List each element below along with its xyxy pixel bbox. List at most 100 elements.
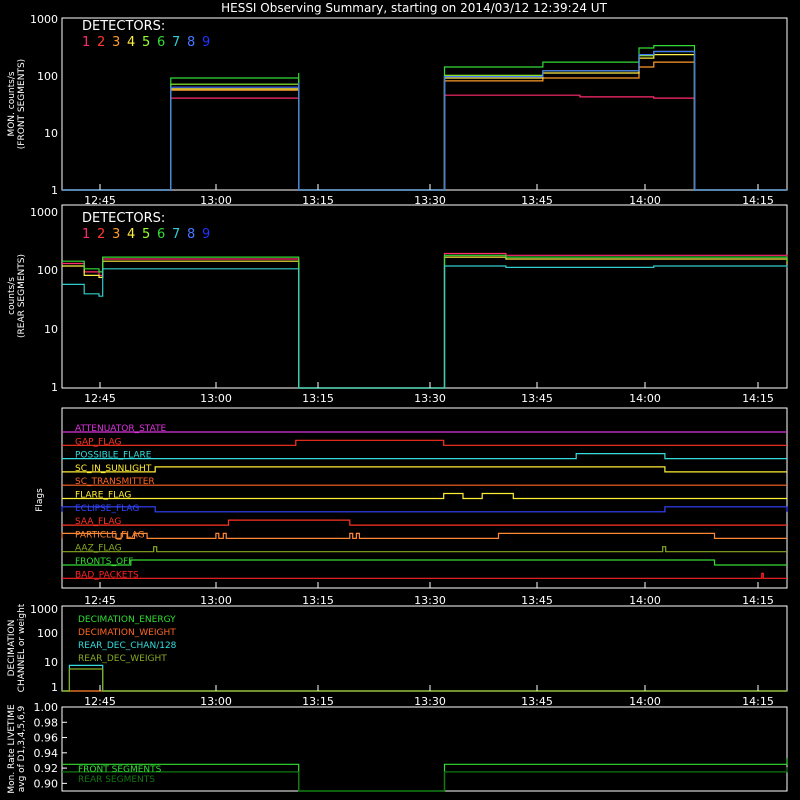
series-front-segments: [62, 758, 788, 792]
front-ytick-1: 1: [51, 184, 58, 197]
livetime-ytick-0: 1.00: [34, 701, 59, 714]
series-rear-dec-chan-128: [62, 664, 787, 692]
flag-line-eclipse-flag: [61, 506, 788, 513]
decimation-legend-3: REAR_DEC_WEIGHT: [78, 654, 167, 664]
figure-title: HESSI Observing Summary, starting on 201…: [221, 1, 607, 15]
series-1: [62, 252, 788, 389]
front-ylabel-1: MON. counts/s: [7, 71, 17, 136]
xtick-label-1330: 13:30: [414, 392, 446, 405]
rear-ytick-100: 100: [37, 264, 58, 277]
detector-number-1: 1: [82, 227, 90, 242]
xtick-label-1400: 14:00: [629, 695, 661, 708]
decimation-ytick-100: 100: [37, 627, 58, 640]
series-rear-segments: [62, 767, 788, 792]
rear-xticks: 12:45 13:00 13:15 13:30 13:45 14:00 14:15: [84, 382, 774, 405]
rear-series-group: [62, 252, 788, 389]
front-ylabel-2: (FRONT SEGMENTS): [17, 59, 27, 149]
decimation-legend: DECIMATION_ENERGY DECIMATION_WEIGHT REAR_D…: [78, 615, 177, 664]
detector-number-9: 9: [202, 35, 210, 50]
flag-line-flare-flag: [62, 492, 787, 500]
front-detector-numbers: 123456789: [82, 35, 210, 50]
detector-number-6: 6: [157, 227, 165, 242]
detector-number-3: 3: [112, 35, 120, 50]
flag-line-particle-flag: [61, 532, 787, 539]
series-8: [62, 50, 787, 191]
livetime-legend-0: FRONT SEGMENTS: [78, 765, 162, 775]
decimation-legend-2: REAR_DEC_CHAN/128: [78, 641, 177, 651]
flags-ylabel: Flags: [35, 488, 45, 512]
xtick-label-1315: 13:15: [302, 392, 334, 405]
decimation-xticks: 12:45 13:00 13:15 13:30 13:45 14:00 14:15: [84, 685, 774, 708]
decimation-series-group: [62, 664, 787, 692]
livetime-ylabel-1: Mon. Rate LIVETIME: [7, 704, 17, 794]
rear-detector-numbers: 123456789: [82, 227, 210, 242]
flag-line-fronts-off: [62, 559, 787, 566]
rear-segments-panel: counts/s (REAR SEGMENTS) 1000 100 10 1 D…: [7, 204, 788, 405]
xtick-label-1315: 13:15: [302, 695, 334, 708]
flag-line-saa-flag: [62, 519, 787, 526]
decimation-ytick-10: 10: [44, 656, 58, 669]
xtick-label-1300: 13:00: [200, 695, 232, 708]
flags-panel: Flags ATTENUATOR_STATEGAP_FLAGPOSSIBLE_F…: [35, 407, 788, 607]
detector-number-9: 9: [202, 227, 210, 242]
flags-xticks: 12:45 13:00 13:15 13:30 13:45 14:00 14:15: [84, 582, 774, 607]
flag-line-gap-flag: [62, 439, 787, 446]
front-series-group: [62, 45, 787, 191]
detector-number-5: 5: [142, 35, 150, 50]
flag-label-eclipse-flag: ECLIPSE_FLAG: [75, 504, 139, 514]
detector-number-7: 7: [172, 35, 180, 50]
front-segments-panel: MON. counts/s (FRONT SEGMENTS) 1000 100 …: [7, 13, 788, 207]
livetime-panel: Mon. Rate LIVETIME avg of D1,3,4,5,6,9 1…: [7, 701, 788, 794]
detector-number-6: 6: [157, 35, 165, 50]
detector-number-8: 8: [187, 227, 195, 242]
decimation-legend-0: DECIMATION_ENERGY: [78, 615, 176, 625]
decimation-ytick-1000: 1000: [30, 603, 58, 616]
decimation-legend-1: DECIMATION_WEIGHT: [78, 628, 176, 638]
rear-ylabel-1: counts/s: [7, 277, 17, 315]
xtick-label-1330: 13:30: [414, 695, 446, 708]
rear-ylabel-2: (REAR SEGMENTS): [17, 254, 27, 338]
front-ytick-10: 10: [44, 127, 58, 140]
xtick-label-1400: 14:00: [629, 392, 661, 405]
detector-number-5: 5: [142, 227, 150, 242]
rear-panel-frame: [61, 204, 788, 389]
xtick-label-1245: 12:45: [84, 392, 116, 405]
series-rear-dec-weight: [62, 668, 787, 692]
series-7: [62, 265, 788, 389]
xtick-label-1245: 12:45: [84, 594, 116, 607]
detector-number-4: 4: [127, 35, 135, 50]
flag-line-sc-in-sunlight: [62, 466, 787, 473]
rear-detectors-label: DETECTORS:: [82, 211, 165, 226]
detector-number-2: 2: [97, 35, 105, 50]
front-ytick-100: 100: [37, 70, 58, 83]
front-xticks: 12:45 13:00 13:15 13:30 13:45 14:00 14:15: [84, 184, 774, 207]
flag-line-aaz-flag: [62, 546, 787, 553]
livetime-legend: FRONT SEGMENTSREAR SEGMENTS: [78, 765, 162, 785]
flags-rows-group: ATTENUATOR_STATEGAP_FLAGPOSSIBLE_FLARESC…: [61, 424, 788, 580]
livetime-ytick-2: 0.96: [34, 732, 59, 745]
rear-ytick-1000: 1000: [30, 206, 58, 219]
livetime-ylabel-2: avg of D1,3,4,5,6,9: [17, 705, 27, 792]
detector-number-7: 7: [172, 227, 180, 242]
xtick-label-1345: 13:45: [521, 695, 553, 708]
livetime-legend-1: REAR SEGMENTS: [78, 775, 155, 785]
detector-number-4: 4: [127, 227, 135, 242]
xtick-label-1300: 13:00: [200, 392, 232, 405]
rear-ytick-1: 1: [51, 381, 58, 394]
series-4: [62, 256, 788, 389]
livetime-ytick-4: 0.92: [34, 762, 59, 775]
xtick-label-1415: 14:15: [742, 695, 774, 708]
decimation-ylabel-2: CHANNEL or weight: [17, 603, 27, 692]
hessi-summary-figure: HESSI Observing Summary, starting on 201…: [7, 1, 788, 794]
xtick-label-1245: 12:45: [84, 695, 116, 708]
xtick-label-1300: 13:00: [200, 594, 232, 607]
xtick-label-1415: 14:15: [742, 392, 774, 405]
detector-number-2: 2: [97, 227, 105, 242]
livetime-panel-frame: [61, 706, 788, 792]
xtick-label-1345: 13:45: [521, 392, 553, 405]
detector-number-1: 1: [82, 35, 90, 50]
detector-number-8: 8: [187, 35, 195, 50]
flag-line-bad-packets: [62, 572, 787, 579]
livetime-series-group: [62, 758, 788, 792]
xtick-label-1315: 13:15: [302, 594, 334, 607]
